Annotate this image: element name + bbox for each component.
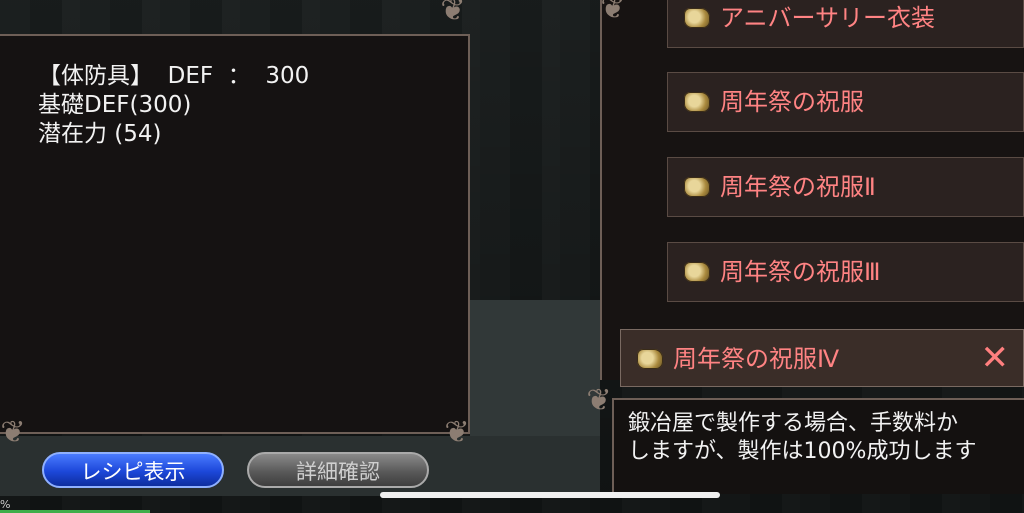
list-item-label: 周年祭の祝服Ⅳ bbox=[673, 345, 840, 373]
message-line: しますが、製作は100%成功します bbox=[628, 439, 977, 464]
home-indicator[interactable] bbox=[380, 492, 720, 498]
detail-check-button[interactable]: 詳細確認 bbox=[247, 452, 429, 488]
stat-potential-line: 潜在力 (54) bbox=[38, 121, 162, 147]
message-text: 鍛冶屋で製作する場合、手数料か しますが、製作は100%成功します bbox=[628, 410, 1024, 466]
close-icon[interactable]: ✕ bbox=[981, 340, 1010, 376]
stat-base-def-line: 基礎DEF(300) bbox=[38, 92, 192, 118]
costume-icon bbox=[637, 349, 663, 369]
list-item-label: 周年祭の祝服Ⅱ bbox=[720, 173, 876, 201]
list-item-selected[interactable]: 周年祭の祝服Ⅳ ✕ bbox=[620, 329, 1024, 387]
costume-icon bbox=[684, 262, 710, 282]
costume-icon bbox=[684, 92, 710, 112]
message-panel: 鍛冶屋で製作する場合、手数料か しますが、製作は100%成功します bbox=[612, 398, 1024, 494]
list-item-label: 周年祭の祝服Ⅲ bbox=[720, 258, 881, 286]
corner-ornament-icon: ❦ bbox=[600, 0, 626, 26]
corner-ornament-icon: ❦ bbox=[440, 0, 466, 28]
corner-ornament-icon: ❦ bbox=[586, 383, 612, 418]
list-item-label: アニバーサリー衣装 bbox=[720, 4, 936, 32]
list-item[interactable]: 周年祭の祝服Ⅲ bbox=[667, 242, 1024, 302]
list-item[interactable]: 周年祭の祝服 bbox=[667, 72, 1024, 132]
list-item[interactable]: アニバーサリー衣装 bbox=[667, 0, 1024, 48]
show-recipe-button[interactable]: レシピ表示 bbox=[42, 452, 224, 488]
message-line: 鍛冶屋で製作する場合、手数料か bbox=[628, 411, 959, 436]
stats-text-block: 【体防具】 DEF ： 300 基礎DEF(300) 潜在力 (54) bbox=[38, 62, 309, 149]
list-item[interactable]: 周年祭の祝服Ⅱ bbox=[667, 157, 1024, 217]
costume-icon bbox=[684, 8, 710, 28]
percent-label: % bbox=[0, 498, 11, 511]
corner-ornament-icon: ❦ bbox=[444, 415, 470, 450]
costume-icon bbox=[684, 177, 710, 197]
equipment-stats-panel: 【体防具】 DEF ： 300 基礎DEF(300) 潜在力 (54) bbox=[0, 34, 470, 434]
list-item-label: 周年祭の祝服 bbox=[720, 88, 864, 116]
stat-def-line: 【体防具】 DEF ： 300 bbox=[38, 63, 310, 89]
corner-ornament-icon: ❦ bbox=[0, 415, 26, 450]
